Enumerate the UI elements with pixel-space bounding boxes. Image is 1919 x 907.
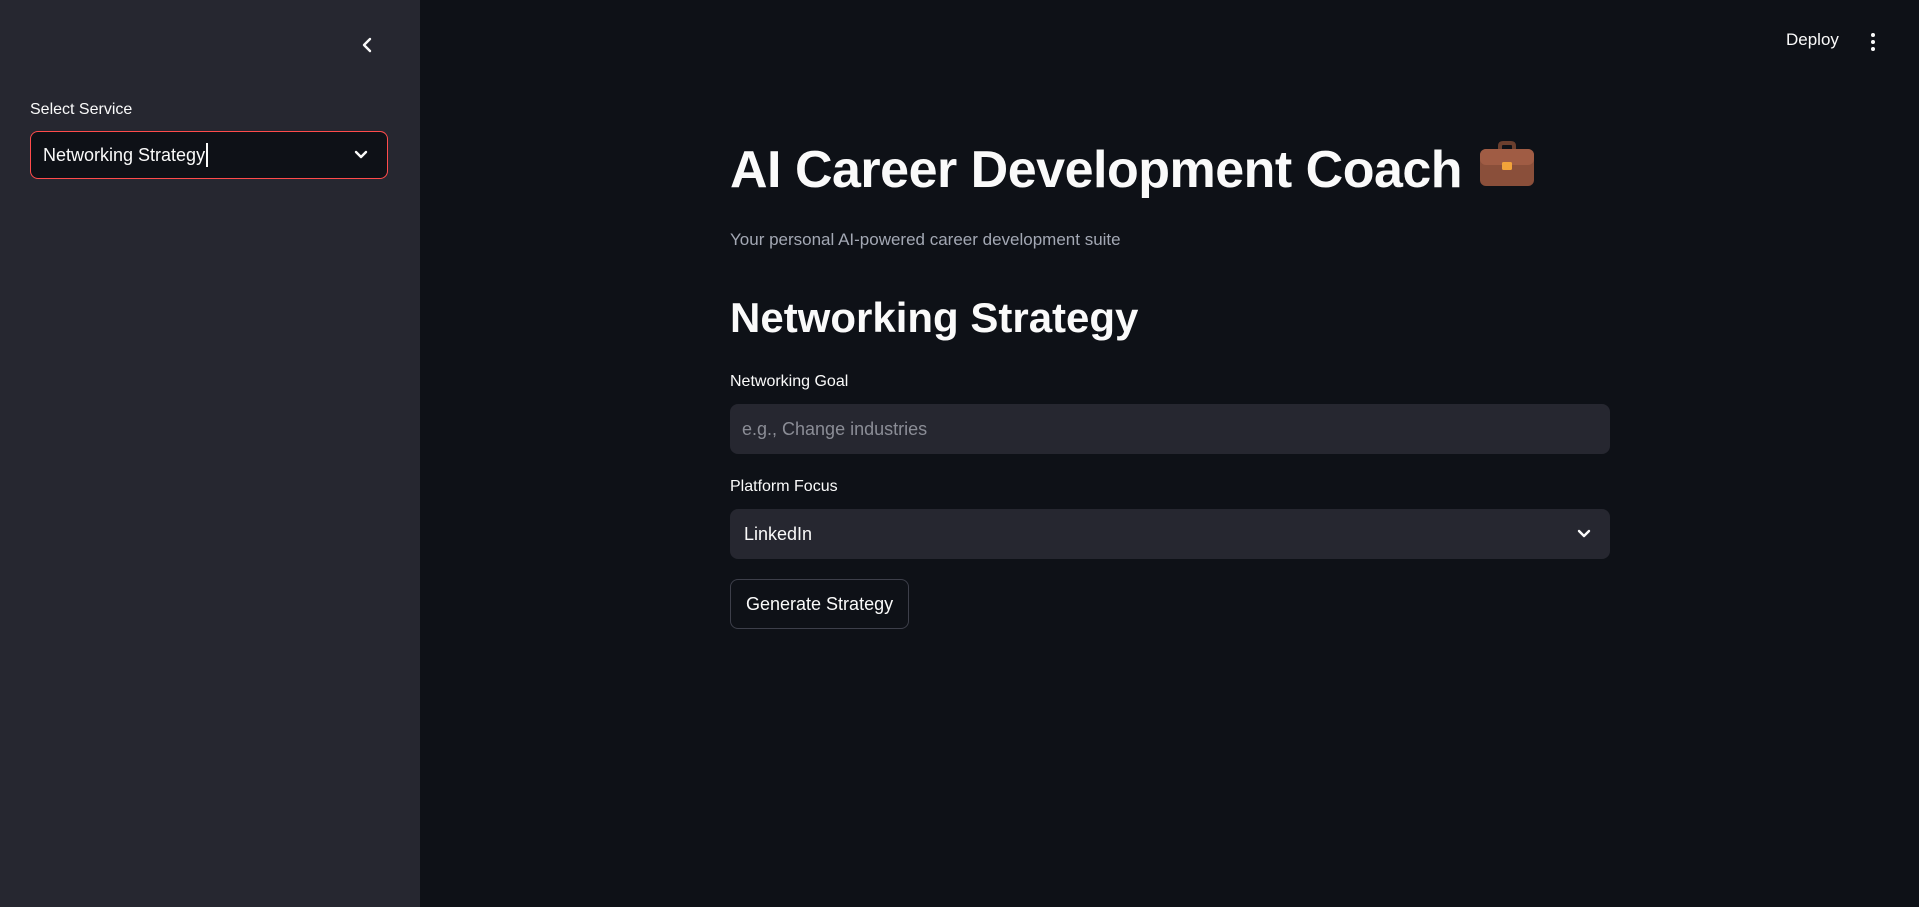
platform-focus-value: LinkedIn [744, 523, 813, 544]
select-service-label: Select Service [30, 101, 133, 118]
main-menu-button[interactable] [1862, 29, 1884, 55]
platform-focus-dropdown[interactable]: LinkedIn [730, 509, 1610, 559]
sidebar: Select Service Networking Strategy [0, 0, 420, 907]
deploy-button[interactable]: Deploy [1786, 30, 1839, 50]
select-service-dropdown[interactable]: Networking Strategy [30, 131, 388, 179]
networking-goal-label: Networking Goal [730, 373, 849, 390]
page-title-text: AI Career Development Coach [730, 141, 1463, 199]
page-subtitle: Your personal AI-powered career developm… [730, 230, 1121, 249]
generate-strategy-button[interactable]: Generate Strategy [730, 579, 910, 629]
select-service-value: Networking Strategy [43, 144, 206, 165]
page-title: AI Career Development Coach [730, 140, 1536, 205]
platform-focus-label: Platform Focus [730, 478, 838, 495]
briefcase-icon [1478, 138, 1536, 201]
chevron-down-icon [353, 149, 369, 161]
networking-goal-input[interactable] [730, 404, 1610, 454]
chevron-down-icon [1576, 528, 1592, 540]
section-title: Networking Strategy [730, 294, 1139, 341]
collapse-sidebar-button[interactable] [352, 30, 382, 60]
more-vertical-icon [1871, 33, 1875, 37]
chevron-left-icon [362, 37, 372, 53]
text-cursor [206, 143, 208, 167]
